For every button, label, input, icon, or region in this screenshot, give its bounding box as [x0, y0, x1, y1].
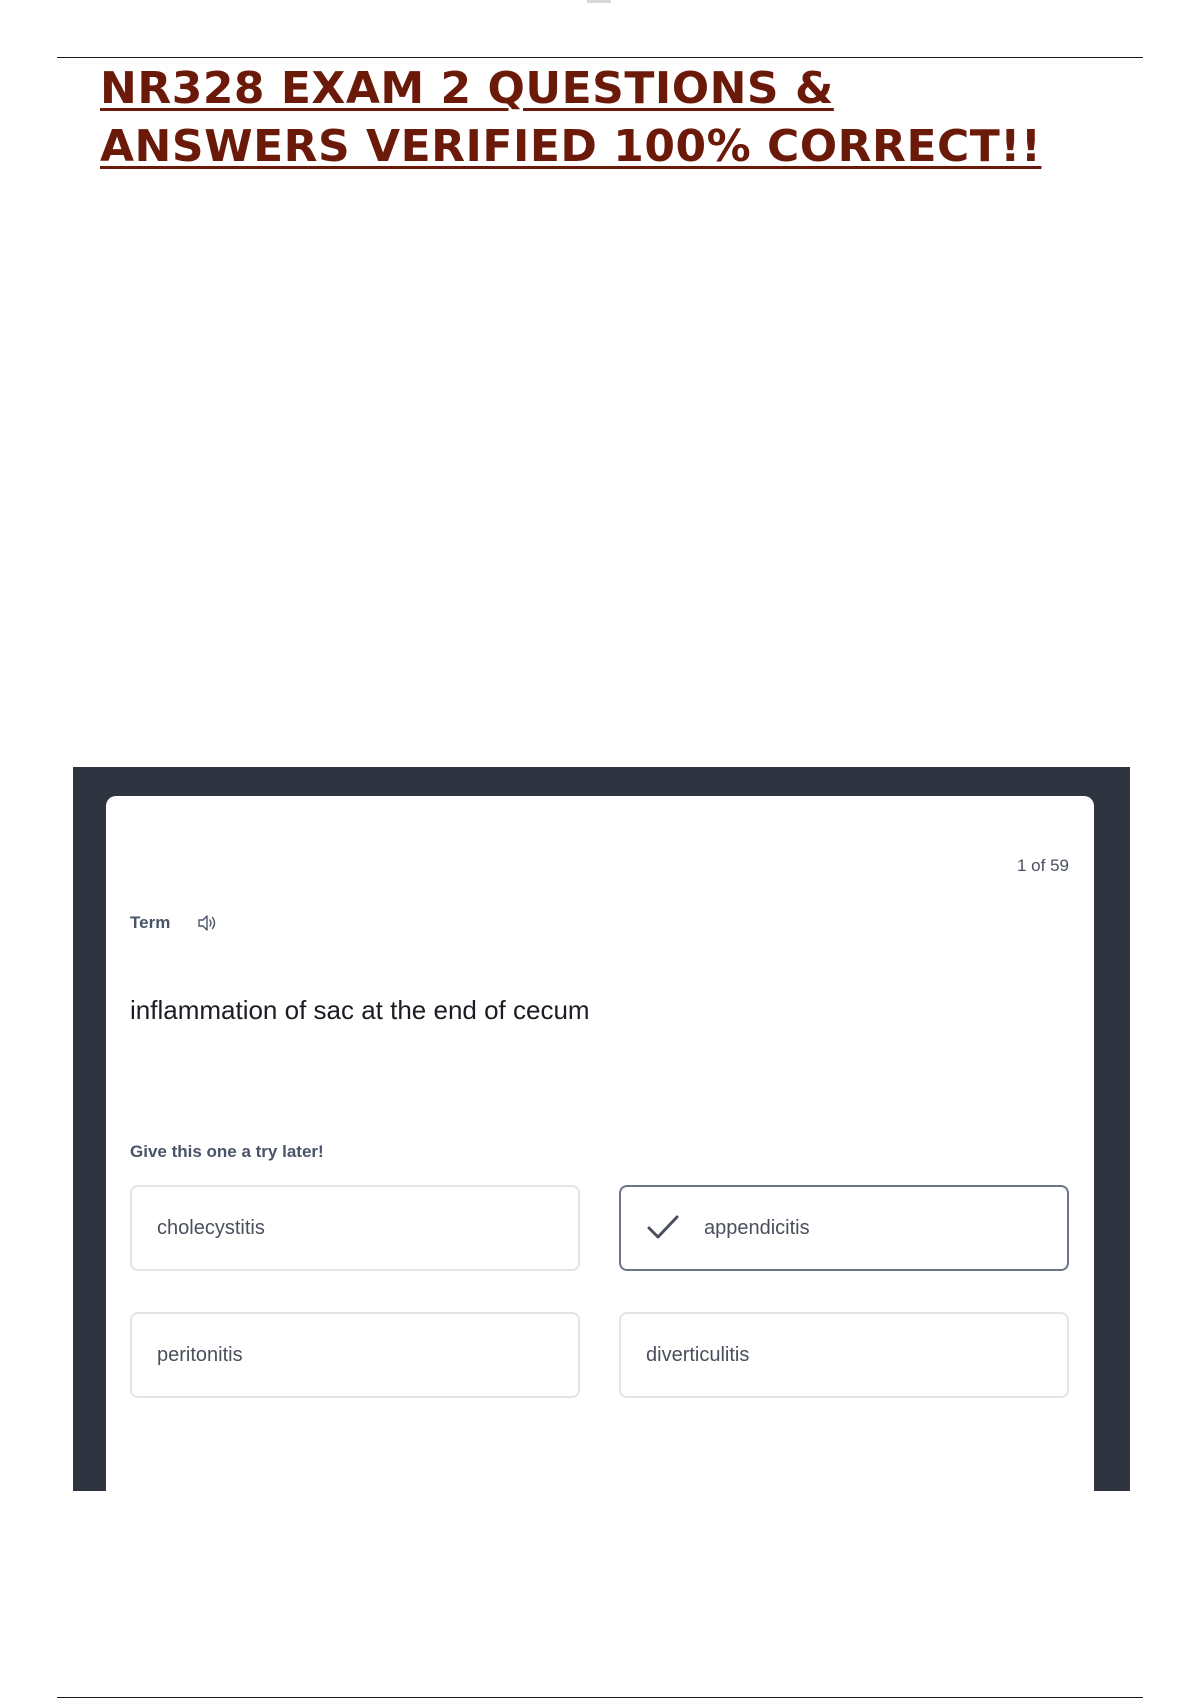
- answer-option-peritonitis[interactable]: peritonitis: [130, 1312, 580, 1398]
- option-label: cholecystitis: [157, 1216, 265, 1239]
- flashcard-card: 1 of 59 Term inflammation of sac at the …: [106, 796, 1094, 1491]
- term-header: Term: [130, 912, 218, 934]
- term-label: Term: [130, 913, 171, 932]
- flashcard-screenshot: 1 of 59 Term inflammation of sac at the …: [73, 767, 1130, 1491]
- answer-option-diverticulitis[interactable]: diverticulitis: [619, 1312, 1069, 1398]
- document-title-line-2: ANSWERS VERIFIED 100% CORRECT!!: [100, 121, 1042, 172]
- card-counter: 1 of 59: [1017, 856, 1069, 875]
- option-label: peritonitis: [157, 1343, 243, 1366]
- top-edge-mark: [587, 0, 611, 3]
- header-rule: [57, 57, 1143, 58]
- checkmark-icon: [646, 1213, 680, 1243]
- option-label: diverticulitis: [646, 1343, 750, 1366]
- document-title: NR328 EXAM 2 QUESTIONS & ANSWERS VERIFIE…: [100, 60, 1100, 176]
- document-title-line-1: NR328 EXAM 2 QUESTIONS &: [100, 63, 834, 114]
- hint-text: Give this one a try later!: [130, 1142, 324, 1161]
- speaker-icon[interactable]: [196, 912, 218, 934]
- answer-option-cholecystitis[interactable]: cholecystitis: [130, 1185, 580, 1271]
- answer-option-appendicitis[interactable]: appendicitis: [619, 1185, 1069, 1271]
- option-label: appendicitis: [704, 1216, 810, 1239]
- footer-rule: [57, 1697, 1143, 1698]
- term-definition: inflammation of sac at the end of cecum: [130, 995, 590, 1025]
